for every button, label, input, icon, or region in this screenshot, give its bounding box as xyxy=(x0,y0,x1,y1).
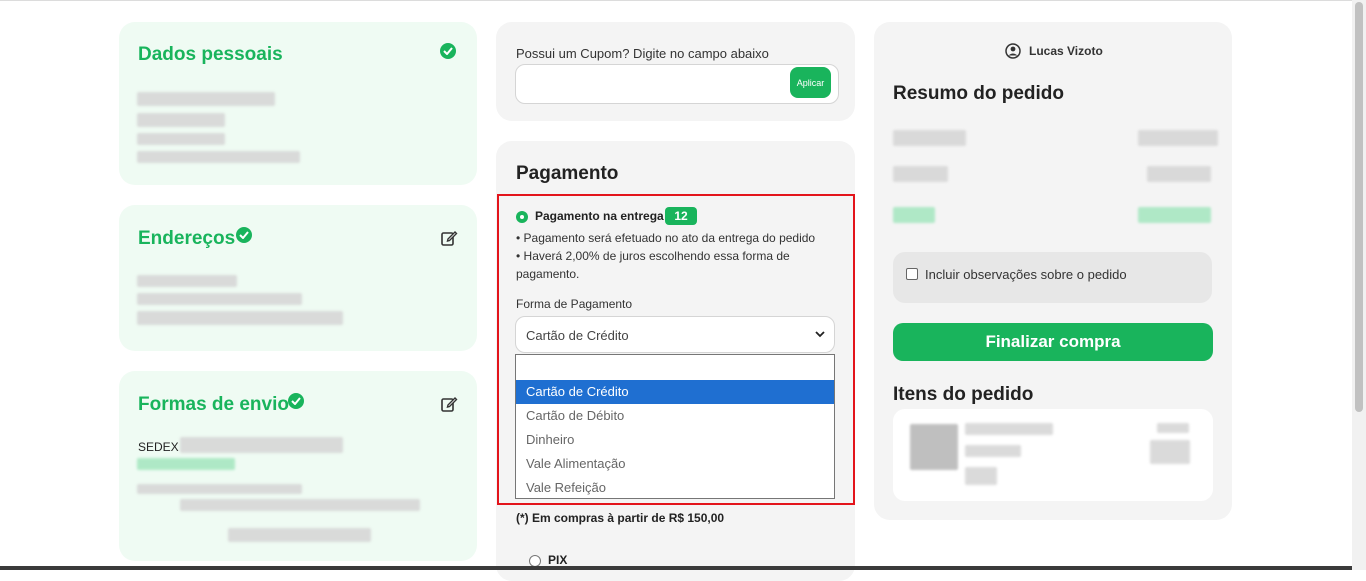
dropdown-search-input[interactable] xyxy=(516,355,834,381)
payment-method-selected: Cartão de Crédito xyxy=(526,328,629,343)
observations-checkbox[interactable] xyxy=(906,268,918,280)
bottom-bar xyxy=(0,566,1352,570)
redacted-shipping-info xyxy=(137,484,302,494)
dropdown-option-cash[interactable]: Dinheiro xyxy=(516,428,834,452)
check-circle-icon xyxy=(288,393,304,409)
check-circle-icon xyxy=(440,43,456,59)
dropdown-option-food-voucher[interactable]: Vale Alimentação xyxy=(516,452,834,476)
payment-method-label: Forma de Pagamento xyxy=(516,297,633,311)
user-circle-icon xyxy=(1005,43,1021,59)
redacted-address-line xyxy=(137,293,302,305)
redacted-subtotal-label xyxy=(893,130,966,146)
user-info: Lucas Vizoto xyxy=(1005,43,1103,59)
redacted-address-line xyxy=(137,275,237,287)
redacted-product-name xyxy=(965,423,1053,435)
redacted-total-value xyxy=(1138,207,1211,223)
page-scrollbar[interactable] xyxy=(1352,0,1366,570)
personal-data-title: Dados pessoais xyxy=(138,44,283,65)
apply-coupon-button[interactable]: Aplicar xyxy=(790,67,831,98)
redacted-address-line xyxy=(137,311,343,325)
coupon-label: Possui um Cupom? Digite no campo abaixo xyxy=(516,46,769,61)
redacted-product-qty xyxy=(965,467,997,485)
redacted-shipping-info xyxy=(180,499,420,511)
finish-purchase-button[interactable]: Finalizar compra xyxy=(893,323,1213,361)
redacted-product-detail xyxy=(965,445,1021,457)
addresses-title: Endereços xyxy=(138,228,236,249)
redacted-document xyxy=(137,113,225,127)
payment-title: Pagamento xyxy=(516,163,619,184)
redacted-total-label xyxy=(893,207,935,223)
redacted-product-price xyxy=(1157,423,1189,433)
payment-method-select[interactable]: Cartão de Crédito xyxy=(515,316,835,353)
payment-method-dropdown: Cartão de Crédito Cartão de Débito Dinhe… xyxy=(515,354,835,499)
redacted-subtotal-value xyxy=(1138,130,1218,146)
redacted-shipping-detail xyxy=(180,437,343,453)
redacted-fee-value xyxy=(1147,166,1211,182)
redacted-fee-label xyxy=(893,166,948,182)
redacted-phone xyxy=(137,133,225,145)
user-name: Lucas Vizoto xyxy=(1029,44,1103,58)
chevron-down-icon xyxy=(815,331,825,338)
scrollbar-thumb[interactable] xyxy=(1355,2,1363,412)
shipping-title: Formas de envio xyxy=(138,394,289,415)
redacted-name xyxy=(137,92,275,106)
payment-on-delivery-label: Pagamento na entrega xyxy=(535,209,664,223)
redacted-email xyxy=(137,151,300,163)
observations-label[interactable]: Incluir observações sobre o pedido xyxy=(925,267,1127,282)
pix-label: PIX xyxy=(548,553,568,567)
product-thumbnail xyxy=(910,424,958,470)
redacted-product-price xyxy=(1150,440,1190,464)
edit-icon[interactable] xyxy=(440,395,458,413)
edit-icon[interactable] xyxy=(440,229,458,247)
dropdown-option-meal-voucher[interactable]: Vale Refeição xyxy=(516,476,834,500)
payment-on-delivery-radio[interactable] xyxy=(516,211,528,223)
dropdown-option-credit[interactable]: Cartão de Crédito xyxy=(516,380,834,404)
payment-info-line: • Haverá 2,00% de juros escolhendo essa … xyxy=(516,249,790,281)
order-items-title: Itens do pedido xyxy=(893,384,1034,405)
order-summary-title: Resumo do pedido xyxy=(893,83,1064,104)
check-circle-icon xyxy=(236,227,252,243)
redacted-shipping-price xyxy=(137,458,235,470)
top-divider xyxy=(0,0,1352,1)
shipping-method-label: SEDEX xyxy=(138,440,179,454)
payment-info-line: • Pagamento será efetuado no ato da entr… xyxy=(516,231,816,245)
dropdown-option-debit[interactable]: Cartão de Débito xyxy=(516,404,834,428)
installments-badge: 12 xyxy=(665,207,697,225)
minimum-purchase-note: (*) Em compras à partir de R$ 150,00 xyxy=(516,511,725,525)
redacted-shipping-info xyxy=(228,528,371,542)
